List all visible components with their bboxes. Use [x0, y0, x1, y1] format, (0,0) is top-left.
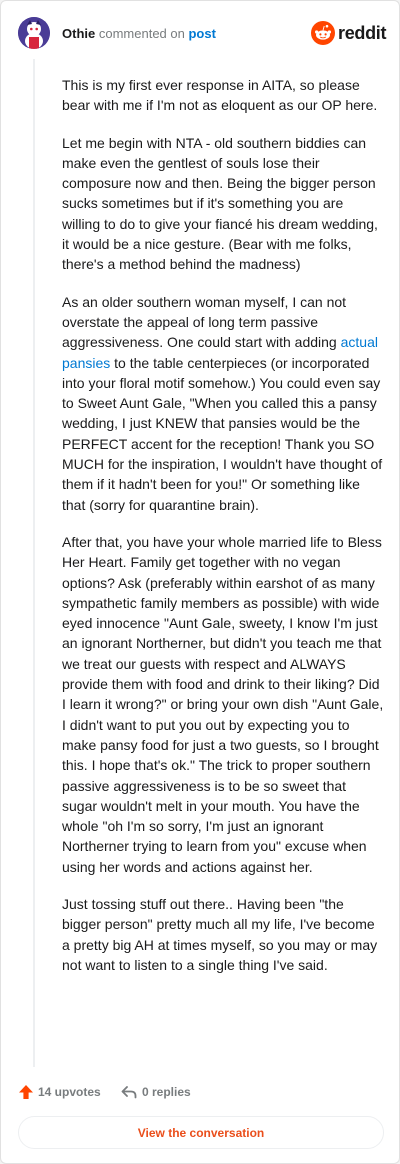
- comment-paragraph: After that, you have your whole married …: [62, 533, 384, 875]
- comment-text: to the table centerpieces (or incorporat…: [62, 354, 383, 513]
- replies-count: 0 replies: [142, 1085, 191, 1099]
- comment-text: As an older southern woman myself, I can…: [62, 293, 347, 351]
- comment-footer: 14 upvotes 0 replies: [18, 1081, 378, 1103]
- comment-paragraph: Just tossing stuff out there.. Having be…: [62, 895, 378, 973]
- upvote-arrow-icon: [19, 1085, 33, 1099]
- comment-paragraph: Let me begin with NTA - old southern bid…: [62, 134, 378, 273]
- upvote-button[interactable]: 14 upvotes: [18, 1081, 101, 1103]
- upvote-count: 14 upvotes: [38, 1085, 101, 1099]
- reddit-logo[interactable]: reddit: [311, 21, 387, 45]
- comment-card: Othie commented on post reddit This is m…: [0, 0, 400, 1164]
- comment-paragraph: As an older southern woman myself, I can…: [62, 292, 384, 515]
- snoo-avatar-icon[interactable]: [18, 17, 50, 49]
- thread-line: [33, 59, 35, 1067]
- logo-text: reddit: [338, 23, 387, 43]
- author-name[interactable]: Othie: [62, 26, 95, 41]
- replies-button[interactable]: 0 replies: [121, 1081, 191, 1103]
- view-conversation-button[interactable]: View the conversation: [18, 1116, 384, 1149]
- reply-arrow-icon: [121, 1086, 137, 1099]
- action-text: commented on: [98, 26, 185, 41]
- byline: Othie commented on post: [62, 26, 216, 42]
- comment-paragraph: This is my first ever response in AITA, …: [62, 77, 378, 114]
- comment-header: Othie commented on post reddit: [18, 17, 387, 49]
- post-link[interactable]: post: [188, 26, 215, 41]
- reddit-snoo-icon: [311, 21, 335, 45]
- comment-body: This is my first ever response in AITA, …: [62, 75, 384, 992]
